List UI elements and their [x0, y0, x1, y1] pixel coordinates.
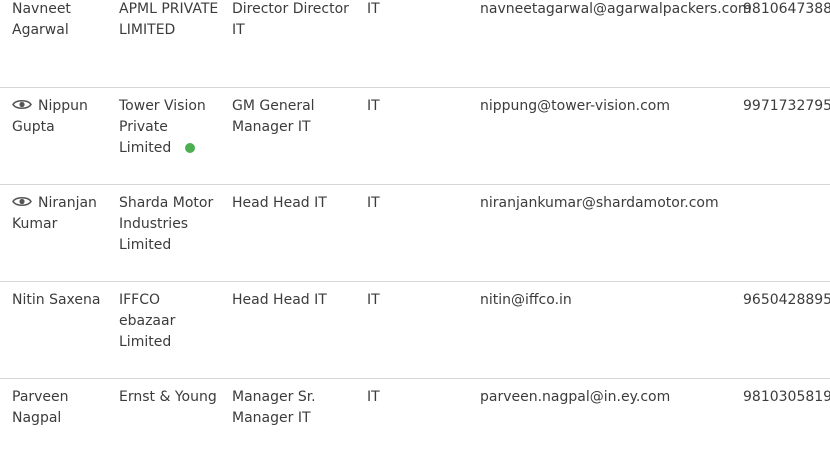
- eye-icon[interactable]: [12, 195, 32, 208]
- job-title: Head Head IT: [232, 292, 327, 308]
- company-name: Ernst & Young: [119, 389, 217, 405]
- email-link[interactable]: niranjankumar@shardamotor.com: [480, 193, 735, 214]
- email-link[interactable]: nitin@iffco.in: [480, 290, 735, 311]
- online-status-dot: [185, 143, 196, 153]
- table-row[interactable]: Nitin Saxena IFFCO ebazaar Limited Head …: [0, 282, 830, 379]
- job-title: GM General Manager IT: [232, 98, 315, 135]
- contact-name-text[interactable]: Navneet Agarwal: [12, 1, 71, 38]
- contact-name[interactable]: Parveen Nagpal: [12, 387, 108, 429]
- contact-name[interactable]: Niranjan Kumar: [12, 193, 108, 235]
- contact-name-text[interactable]: Parveen Nagpal: [12, 389, 69, 426]
- phone-number: 9810647388: [743, 1, 830, 17]
- job-title: Manager Sr. Manager IT: [232, 389, 316, 426]
- contacts-table: Navneet Agarwal APML PRIVATE LIMITED Dir…: [0, 0, 830, 475]
- job-title: Director Director IT: [232, 1, 349, 38]
- department: IT: [367, 389, 380, 405]
- eye-icon[interactable]: [12, 98, 32, 111]
- contact-name[interactable]: Nippun Gupta: [12, 96, 108, 138]
- email-link[interactable]: nippung@tower-vision.com: [480, 96, 735, 117]
- table-row[interactable]: Navneet Agarwal APML PRIVATE LIMITED Dir…: [0, 0, 830, 88]
- company-name: Sharda Motor Industries Limited: [119, 195, 214, 253]
- contact-name-text[interactable]: Nitin Saxena: [12, 292, 100, 308]
- table-row[interactable]: Niranjan Kumar Sharda Motor Industries L…: [0, 185, 830, 282]
- department: IT: [367, 195, 380, 211]
- department: IT: [367, 98, 380, 114]
- email-link[interactable]: navneetagarwal@agarwalpackers.com: [480, 0, 752, 20]
- company-name: Tower Vision Private Limited: [119, 96, 219, 159]
- company-name: APML PRIVATE LIMITED: [119, 1, 219, 38]
- contact-name[interactable]: Nitin Saxena: [12, 290, 108, 311]
- table-row[interactable]: Parveen Nagpal Ernst & Young Manager Sr.…: [0, 379, 830, 475]
- contact-name[interactable]: Navneet Agarwal: [12, 0, 108, 41]
- table-row[interactable]: Nippun Gupta Tower Vision Private Limite…: [0, 88, 830, 185]
- phone-number: 9650428895: [743, 292, 830, 308]
- department: IT: [367, 292, 380, 308]
- email-link[interactable]: parveen.nagpal@in.ey.com: [480, 387, 735, 408]
- phone-number: 9971732795: [743, 98, 830, 114]
- job-title: Head Head IT: [232, 195, 327, 211]
- phone-number: 9810305819: [743, 389, 830, 405]
- company-name: IFFCO ebazaar Limited: [119, 292, 176, 350]
- department: IT: [367, 1, 380, 17]
